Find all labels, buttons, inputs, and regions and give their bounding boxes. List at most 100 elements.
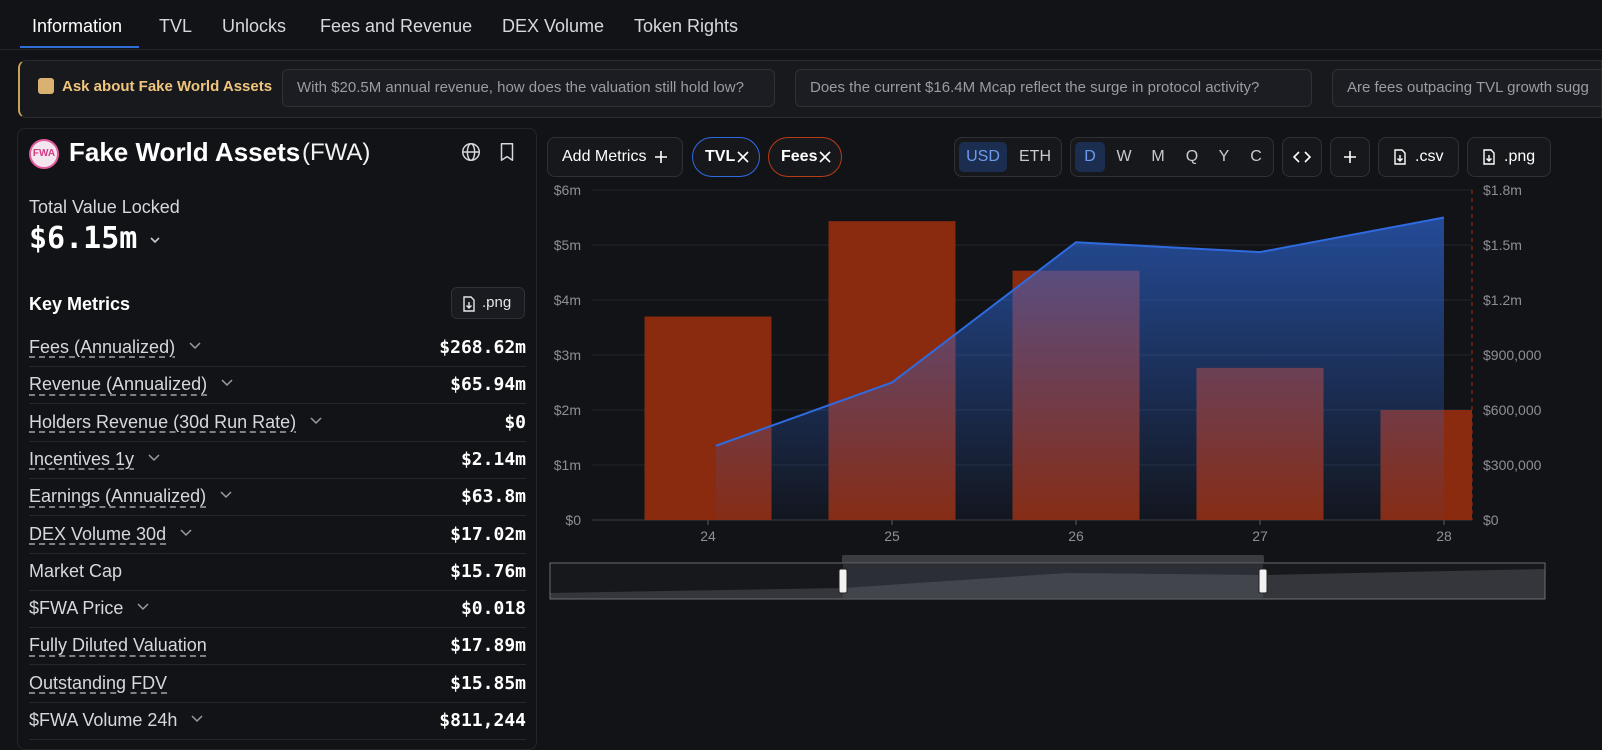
metric-expand-toggle[interactable] <box>138 449 160 470</box>
key-metric-row: Outstanding FDV $15.85m <box>29 665 526 703</box>
period-m[interactable]: M <box>1143 142 1173 172</box>
ask-ai-icon <box>38 78 54 94</box>
key-metric-label: Outstanding FDV <box>29 672 168 693</box>
key-metric-row[interactable]: Revenue (Annualized) $65.94m <box>29 366 526 405</box>
key-metric-row[interactable]: $FWA Price $0.018 <box>29 590 526 629</box>
metric-expand-toggle[interactable] <box>127 598 149 619</box>
right-axis-tick: $900,000 <box>1483 347 1542 363</box>
tab-dex-volume[interactable]: DEX Volume <box>502 16 604 37</box>
key-metric-value: $65.94m <box>450 374 526 396</box>
chevron-down-icon[interactable] <box>221 379 233 387</box>
key-metric-label: Earnings (Annualized) <box>29 486 207 507</box>
add-metrics-button[interactable]: Add Metrics <box>547 137 683 177</box>
left-axis-tick: $5m <box>554 237 581 253</box>
suggestion-chip[interactable]: With $20.5M annual revenue, how does the… <box>282 69 775 107</box>
x-axis-tick: 27 <box>1252 528 1268 544</box>
chevron-down-icon[interactable] <box>220 491 232 499</box>
key-metric-value: $15.76m <box>450 560 526 582</box>
suggestion-chip[interactable]: Does the current $16.4M Mcap reflect the… <box>795 69 1312 107</box>
key-metrics-png-button[interactable]: .png <box>451 287 525 319</box>
right-axis: $0 $300,000 $600,000 $900,000 $1.2m $1.5m $1.8… <box>1471 182 1542 528</box>
chevron-down-icon[interactable] <box>148 233 162 247</box>
chart-panel: Add Metrics TVL Fees USD ETH D W M Q Y C… <box>547 128 1602 750</box>
left-axis-tick: $2m <box>554 402 581 418</box>
key-metrics-title: Key Metrics <box>29 294 131 314</box>
suggestion-chip[interactable]: Are fees outpacing TVL growth sugg <box>1332 69 1601 107</box>
brush-handle <box>1258 568 1268 594</box>
tvl-area-fill <box>716 217 1444 520</box>
chevron-down-icon[interactable] <box>189 342 201 350</box>
left-axis-tick: $3m <box>554 347 581 363</box>
tab-fees-and-revenue[interactable]: Fees and Revenue <box>320 16 472 37</box>
period-q[interactable]: Q <box>1177 142 1207 172</box>
key-metric-value: $0.018 <box>460 598 526 620</box>
embed-button[interactable] <box>1282 137 1322 177</box>
right-axis-tick: $300,000 <box>1483 457 1542 473</box>
key-metric-label: $FWA Volume 24h <box>29 710 178 730</box>
chevron-down-icon[interactable] <box>148 454 160 462</box>
close-icon[interactable] <box>819 151 831 163</box>
right-axis-tick: $1.5m <box>1483 237 1522 253</box>
fees-metric-pill[interactable]: Fees <box>768 137 842 177</box>
x-axis-tick: 25 <box>884 528 900 544</box>
metric-expand-toggle[interactable] <box>211 374 233 395</box>
globe-icon[interactable] <box>460 141 482 163</box>
metric-expand-toggle[interactable] <box>170 524 192 545</box>
left-axis-tick: $6m <box>554 182 581 198</box>
metric-expand-toggle[interactable] <box>210 486 232 507</box>
plus-icon <box>1344 151 1356 163</box>
protocol-name: Fake World Assets <box>69 137 301 167</box>
key-metric-row[interactable]: Holders Revenue (30d Run Rate) $0 <box>29 404 526 442</box>
tab-unlocks[interactable]: Unlocks <box>222 16 286 37</box>
currency-eth[interactable]: ETH <box>1011 142 1059 172</box>
protocol-info-panel: FWA Fake World Assets (FWA) Total Value … <box>17 128 537 750</box>
key-metric-value: $0 <box>504 411 526 433</box>
tab-tvl[interactable]: TVL <box>159 16 192 37</box>
png-download-button[interactable]: .png <box>1467 137 1551 177</box>
metric-expand-toggle[interactable] <box>300 412 322 433</box>
code-icon <box>1293 151 1311 163</box>
key-metric-row[interactable]: $FWA Volume 24h $811,244 <box>29 702 526 740</box>
chevron-down-icon[interactable] <box>180 528 192 537</box>
key-metric-value: $17.89m <box>450 635 526 657</box>
key-metric-row[interactable]: Earnings (Annualized) $63.8m <box>29 478 526 517</box>
metric-expand-toggle[interactable] <box>181 710 203 731</box>
metric-expand-toggle[interactable] <box>179 337 201 358</box>
brush-handle-bar <box>842 555 1264 563</box>
range-brush[interactable] <box>549 555 1546 600</box>
key-metric-label: Incentives 1y <box>29 448 135 469</box>
add-chart-button[interactable] <box>1330 137 1370 177</box>
key-metric-label: Revenue (Annualized) <box>29 374 208 395</box>
key-metric-row[interactable]: DEX Volume 30d $17.02m <box>29 516 526 554</box>
active-tab-indicator <box>20 46 139 48</box>
chevron-down-icon[interactable] <box>137 603 149 611</box>
period-y[interactable]: Y <box>1209 142 1239 172</box>
key-metric-label: $FWA Price <box>29 598 124 619</box>
tab-token-rights[interactable]: Token Rights <box>634 16 738 37</box>
close-icon[interactable] <box>737 151 749 163</box>
ask-label[interactable]: Ask about Fake World Assets <box>38 78 272 95</box>
period-c[interactable]: C <box>1241 142 1271 172</box>
currency-usd[interactable]: USD <box>959 142 1007 172</box>
key-metric-value: $2.14m <box>460 448 526 470</box>
period-d[interactable]: D <box>1075 142 1105 172</box>
left-axis: $0 $1m $2m $3m $4m $5m $6m <box>554 182 581 528</box>
ask-suggestions-bar: Ask about Fake World Assets With $20.5M … <box>18 60 1602 118</box>
bookmark-icon[interactable] <box>496 141 518 163</box>
csv-download-button[interactable]: .csv <box>1378 137 1459 177</box>
left-axis-tick: $1m <box>554 457 581 473</box>
x-axis-tick: 28 <box>1436 528 1452 544</box>
tvl-value[interactable]: $6.15m <box>29 221 137 256</box>
key-metric-row[interactable]: Fees (Annualized) $268.62m <box>29 329 526 367</box>
tab-information[interactable]: Information <box>32 16 122 37</box>
chevron-down-icon[interactable] <box>191 715 203 723</box>
tvl-metric-pill[interactable]: TVL <box>692 137 760 177</box>
tvl-fees-chart[interactable]: $0$1m$2m$3m$4m$5m$6m $0$300,000$600,000$… <box>547 180 1602 674</box>
key-metric-row[interactable]: Incentives 1y $2.14m <box>29 441 526 479</box>
x-axis-tick: 26 <box>1068 528 1084 544</box>
chevron-down-icon[interactable] <box>310 417 322 425</box>
period-w[interactable]: W <box>1109 142 1139 172</box>
left-axis-tick: $0 <box>565 512 581 528</box>
plus-icon <box>655 151 667 163</box>
key-metric-value: $15.85m <box>450 672 526 694</box>
